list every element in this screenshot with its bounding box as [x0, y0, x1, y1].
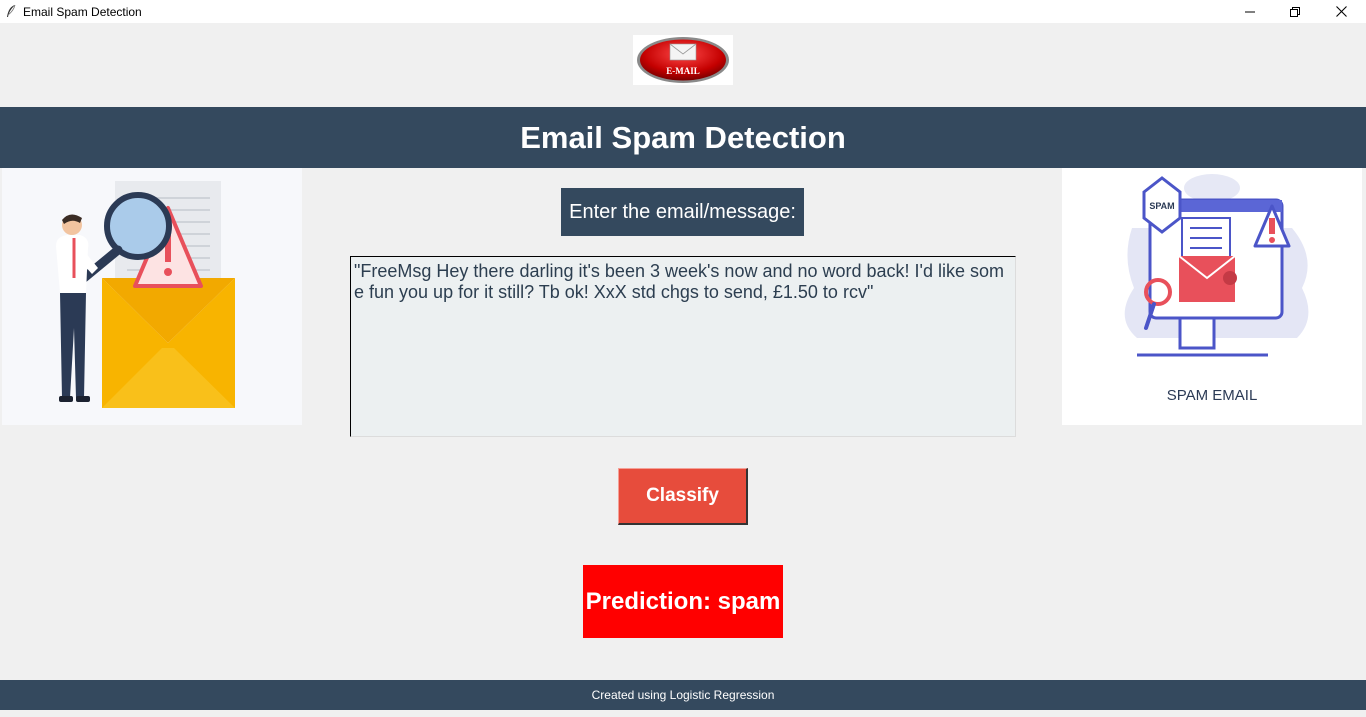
svg-text:SPAM EMAIL: SPAM EMAIL: [1167, 387, 1258, 404]
message-textarea[interactable]: "FreeMsg Hey there darling it's been 3 w…: [350, 256, 1016, 437]
right-illustration: SPAM SPAM EMAIL: [1062, 168, 1362, 425]
svg-text:SPAM: SPAM: [1149, 201, 1174, 211]
classify-button[interactable]: Classify: [618, 468, 748, 525]
investigator-envelope-illustration: [56, 181, 235, 408]
page-title: Email Spam Detection: [520, 119, 846, 155]
restore-button[interactable]: [1272, 0, 1318, 23]
spam-computer-illustration: SPAM SPAM EMAIL: [1124, 174, 1309, 404]
window-title: Email Spam Detection: [23, 5, 142, 19]
prediction-result: Prediction: spam: [583, 565, 783, 638]
feather-icon: [7, 4, 16, 17]
svg-text:E-MAIL: E-MAIL: [666, 66, 700, 76]
restore-icon: [1290, 6, 1300, 17]
window-titlebar: Email Spam Detection: [0, 0, 1366, 23]
minimize-icon: [1245, 11, 1255, 12]
app-header: Email Spam Detection: [0, 107, 1366, 168]
email-logo: E-MAIL: [633, 35, 733, 85]
input-label: Enter the email/message:: [561, 188, 804, 236]
footer: Created using Logistic Regression: [0, 680, 1366, 710]
footer-text: Created using Logistic Regression: [591, 688, 775, 702]
email-logo-icon: E-MAIL: [637, 37, 729, 83]
minimize-button[interactable]: [1227, 0, 1273, 23]
close-button[interactable]: [1318, 0, 1364, 23]
left-illustration: [2, 168, 302, 425]
close-icon: [1335, 6, 1347, 17]
